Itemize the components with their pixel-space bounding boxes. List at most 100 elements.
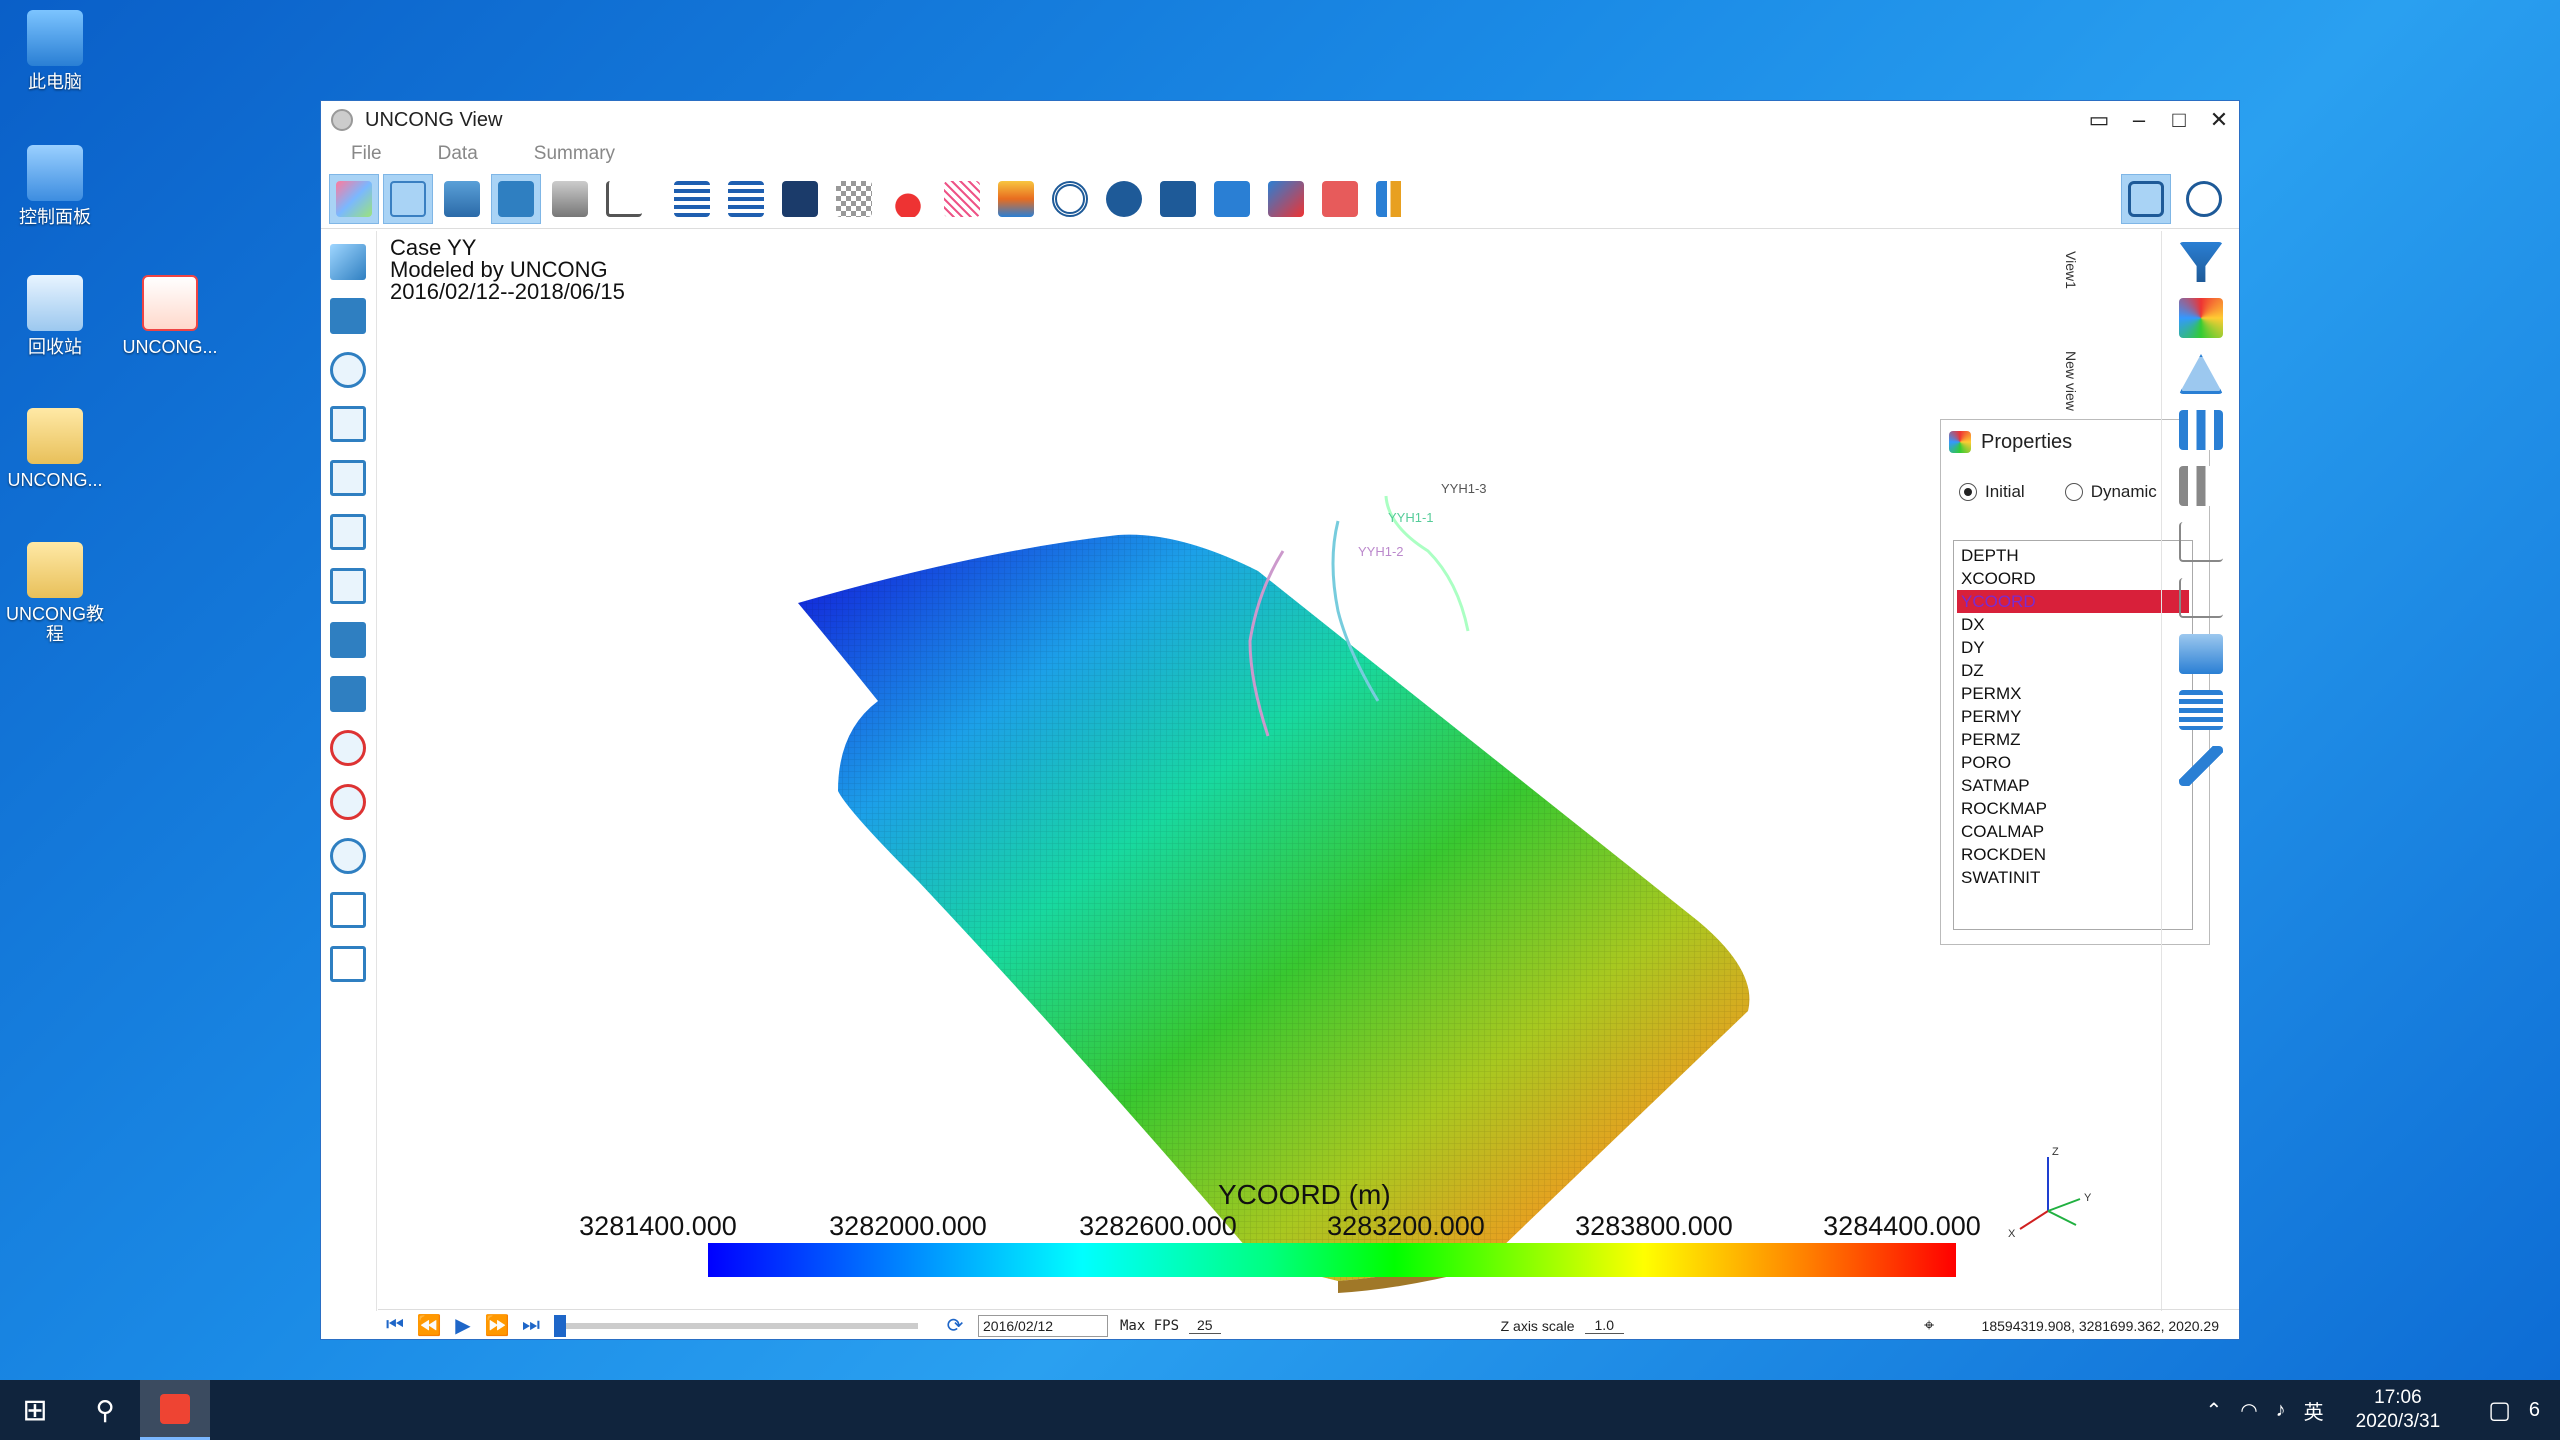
property-item[interactable]: PORO (1957, 751, 2189, 774)
zoom-button[interactable] (325, 347, 371, 393)
property-item[interactable]: DZ (1957, 659, 2189, 682)
measure-button[interactable] (2174, 741, 2228, 791)
toolbar-mesh-button[interactable] (937, 174, 987, 224)
toolbar-info-button[interactable] (2179, 174, 2229, 224)
property-item[interactable]: SATMAP (1957, 774, 2189, 797)
desktop-icon-uncong-tutorial[interactable]: UNCONG教程 (0, 542, 110, 644)
toolbar-ruler-button[interactable] (1261, 174, 1311, 224)
date-select[interactable]: 2016/02/12 (978, 1314, 1108, 1337)
toolbar-axes-button[interactable] (599, 174, 649, 224)
toolbar-slice-button[interactable] (775, 174, 825, 224)
rotate-z-button[interactable] (325, 833, 371, 879)
view-bottom-button[interactable] (325, 455, 371, 501)
toolbar-camera-button[interactable] (1153, 174, 1203, 224)
close-button[interactable]: ✕ (2199, 101, 2239, 139)
toolbar-z-plus-button[interactable] (667, 174, 717, 224)
property-item[interactable]: PERMY (1957, 705, 2189, 728)
property-item[interactable]: COALMAP (1957, 820, 2189, 843)
toolbar-target-button[interactable] (1045, 174, 1095, 224)
taskbar-app-uncong[interactable] (140, 1380, 210, 1440)
desktop-icon-uncong-folder[interactable]: UNCONG... (0, 408, 110, 490)
search-button[interactable]: ⚲ (70, 1380, 140, 1440)
toolbar-layers-button[interactable] (329, 173, 379, 224)
toolbar-checker-button[interactable] (829, 174, 879, 224)
time-slider[interactable] (554, 1314, 918, 1337)
toolbar-movie-button[interactable] (1207, 174, 1257, 224)
rotate-y-button[interactable] (325, 779, 371, 825)
step-back-button[interactable]: ⏪ (412, 1313, 446, 1338)
desktop-icon-uncong-shortcut[interactable]: UNCONG... (115, 275, 225, 357)
property-item[interactable]: DEPTH (1957, 544, 2189, 567)
property-item[interactable]: DX (1957, 613, 2189, 636)
property-item[interactable]: ROCKDEN (1957, 843, 2189, 866)
notification-icon[interactable]: ▢ (2488, 1396, 2511, 1425)
step-forward-button[interactable]: ⏩ (480, 1313, 514, 1338)
volume-icon[interactable]: ♪ (2276, 1399, 2286, 1422)
desktop-icon-recycle-bin[interactable]: 回收站 (0, 275, 110, 357)
property-item[interactable]: ROCKMAP (1957, 797, 2189, 820)
view-front-button[interactable] (325, 617, 371, 663)
play-button[interactable]: ▶ (446, 1313, 480, 1338)
minimize-button[interactable]: – (2119, 101, 2159, 139)
view-back-button[interactable] (325, 671, 371, 717)
view-top-button[interactable] (325, 401, 371, 447)
property-item[interactable]: PERMX (1957, 682, 2189, 705)
toolbar-fracture-button[interactable] (491, 173, 541, 224)
chevron-up-icon[interactable]: ⌃ (2205, 1398, 2222, 1423)
tab-view1[interactable]: View1 (2063, 251, 2079, 289)
clock[interactable]: 17:06 2020/3/31 (2356, 1386, 2441, 1434)
start-button[interactable]: ⊞ (0, 1380, 70, 1440)
new-window-button[interactable] (325, 941, 371, 987)
add-scatter-button[interactable] (2174, 573, 2228, 623)
skip-end-button[interactable]: ⏭ (514, 1314, 548, 1337)
property-item[interactable]: PERMZ (1957, 728, 2189, 751)
filter-button[interactable] (2174, 237, 2228, 287)
maximize-button[interactable]: □ (2159, 101, 2199, 139)
fit-view-button[interactable] (325, 887, 371, 933)
property-item[interactable]: XCOORD (1957, 567, 2189, 590)
skip-start-button[interactable]: ⏮ (378, 1314, 412, 1337)
view-right-button[interactable] (325, 563, 371, 609)
property-list[interactable]: DEPTH XCOORD YCOORD DX DY DZ PERMX PERMY… (1953, 540, 2193, 930)
menu-summary[interactable]: Summary (534, 143, 615, 165)
view-left-button[interactable] (325, 509, 371, 555)
scatter-button[interactable] (2174, 517, 2228, 567)
toolbar-surface-button[interactable] (437, 174, 487, 224)
toolbar-block-button[interactable] (545, 174, 595, 224)
ime-indicator[interactable]: 英 (2304, 1396, 2324, 1425)
rotate-x-button[interactable] (325, 725, 371, 771)
add-chart-button[interactable] (2174, 461, 2228, 511)
property-item[interactable]: SWATINIT (1957, 866, 2189, 889)
network-icon[interactable]: ◠ (2240, 1398, 2257, 1423)
pick-tool-button[interactable] (325, 239, 371, 285)
desktop-icon-control-panel[interactable]: 控制面板 (0, 145, 110, 227)
radio-initial[interactable]: Initial (1959, 482, 2025, 502)
3d-viewport[interactable]: Case YY Modeled by UNCONG 2016/02/12--20… (378, 231, 2210, 1311)
toolbar-chart-button[interactable] (1369, 174, 1419, 224)
time-slider-knob[interactable] (554, 1314, 566, 1337)
cross-section-button[interactable] (2174, 629, 2228, 679)
menu-file[interactable]: File (351, 143, 382, 165)
toolbar-cube-button[interactable] (1315, 174, 1365, 224)
fps-input[interactable]: 25 (1189, 1317, 1221, 1334)
z-scale-input[interactable]: 1.0 (1584, 1317, 1624, 1334)
feedback-icon[interactable]: ▭ (2079, 101, 2119, 139)
bar-chart-button[interactable] (2174, 405, 2228, 455)
tab-new-view[interactable]: New view (2063, 351, 2079, 411)
toolbar-text-button[interactable] (2121, 173, 2171, 224)
property-item-selected[interactable]: YCOORD (1957, 590, 2189, 613)
toolbar-z-minus-button[interactable] (721, 174, 771, 224)
well-tower-button[interactable] (2174, 349, 2228, 399)
toolbar-well-button[interactable] (883, 174, 933, 224)
refresh-icon[interactable]: ⟳ (938, 1313, 972, 1338)
desktop-icon-this-pc[interactable]: 此电脑 (0, 10, 110, 92)
toolbar-globe-button[interactable] (1099, 174, 1149, 224)
toolbar-stack-button[interactable] (991, 174, 1041, 224)
radio-dynamic[interactable]: Dynamic (2064, 482, 2157, 502)
select-cells-button[interactable] (325, 293, 371, 339)
toolbar-grid-button[interactable] (383, 173, 433, 224)
property-item[interactable]: DY (1957, 636, 2189, 659)
menu-data[interactable]: Data (438, 143, 478, 165)
plugin-button[interactable] (2174, 293, 2228, 343)
layers-view-button[interactable] (2174, 685, 2228, 735)
